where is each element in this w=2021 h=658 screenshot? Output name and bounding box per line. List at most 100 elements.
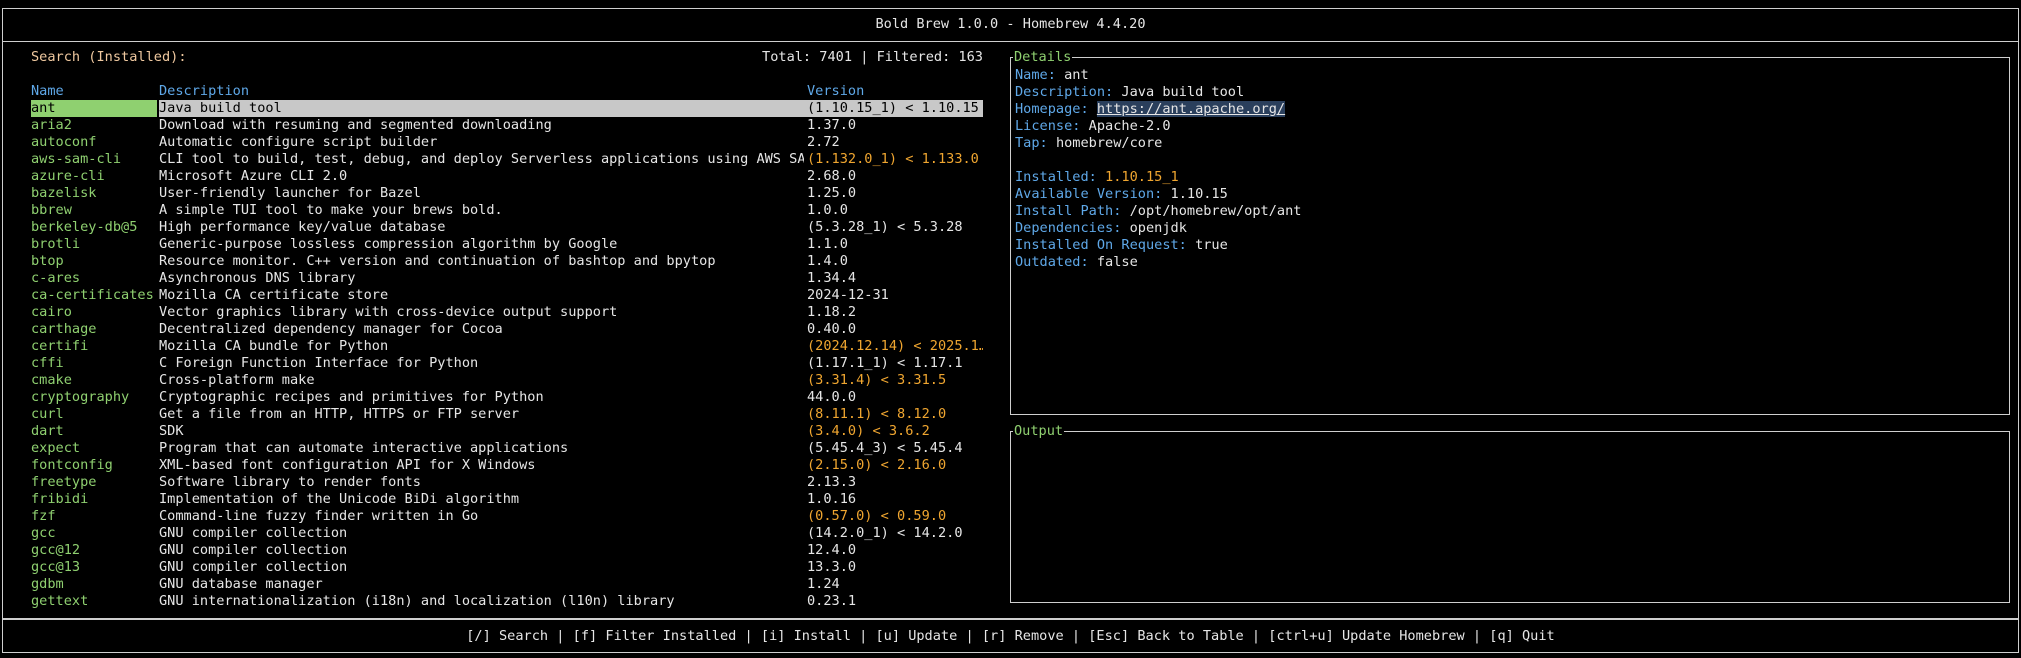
package-name: gcc@13 — [31, 559, 81, 575]
table-row[interactable]: gcc@13 GNU compiler collection 13.3.0 — [0, 559, 1000, 576]
table-row[interactable]: aria2 Download with resuming and segmente… — [0, 117, 1000, 134]
package-version: 1.25.0 — [807, 185, 857, 201]
package-version: 2.68.0 — [807, 168, 857, 184]
package-name: cffi — [31, 355, 64, 371]
package-name: berkeley-db@5 — [31, 219, 138, 235]
table-row[interactable]: gcc GNU compiler collection (14.2.0_1) < 1… — [0, 525, 1000, 542]
package-version: 13.3.0 — [807, 559, 857, 575]
package-name: aws-sam-cli — [31, 151, 122, 167]
package-name: cmake — [31, 372, 72, 388]
table-row[interactable]: curl Get a file from an HTTP, HTTPS or FT… — [0, 406, 1000, 423]
column-header-version[interactable]: Version — [807, 83, 983, 100]
detail-outdated-value: false — [1096, 254, 1138, 270]
detail-tap-key: Tap: — [1015, 135, 1048, 151]
package-version: (1.17.1_1) < 1.17.1 — [807, 355, 963, 371]
package-name: expect — [31, 440, 81, 456]
package-description: SDK — [159, 423, 184, 439]
detail-name-value: ant — [1064, 67, 1089, 83]
table-row[interactable]: cryptography Cryptographic recipes and pr… — [0, 389, 1000, 406]
package-description: C Foreign Function Interface for Python — [159, 355, 479, 371]
package-description: Asynchronous DNS library — [159, 270, 356, 286]
package-description: GNU compiler collection — [159, 525, 348, 541]
column-header-description[interactable]: Description — [159, 83, 804, 100]
package-description: Get a file from an HTTP, HTTPS or FTP se… — [159, 406, 520, 422]
table-row[interactable]: aws-sam-cli CLI tool to build, test, debu… — [0, 151, 1000, 168]
package-name: bazelisk — [31, 185, 97, 201]
package-version: (8.11.1) < 8.12.0 — [807, 406, 947, 422]
details-panel: Details Name: ant Description: Java buil… — [1010, 49, 2010, 415]
detail-available-value: 1.10.15 — [1170, 186, 1228, 202]
table-row[interactable]: certifi Mozilla CA bundle for Python (2024… — [0, 338, 1000, 355]
table-row[interactable]: gcc@12 GNU compiler collection 12.4.0 — [0, 542, 1000, 559]
package-description: XML-based font configuration API for X W… — [159, 457, 536, 473]
package-version: 0.23.1 — [807, 593, 857, 609]
table-row[interactable]: fontconfig XML-based font configuration A… — [0, 457, 1000, 474]
detail-installed-value: 1.10.15_1 — [1105, 169, 1179, 185]
table-row[interactable]: cmake Cross-platform make (3.31.4) < 3.31.… — [0, 372, 1000, 389]
table-row[interactable]: cffi C Foreign Function Interface for Pyt… — [0, 355, 1000, 372]
package-version: 2024-12-31 — [807, 287, 889, 303]
keybinding-help: [/] Search | [f] Filter Installed | [i] … — [466, 628, 1555, 644]
table-row[interactable]: expect Program that can automate interact… — [0, 440, 1000, 457]
search-label[interactable]: Search (Installed): — [31, 49, 187, 66]
table-row[interactable]: berkeley-db@5 High performance key/value … — [0, 219, 1000, 236]
table-row[interactable]: dart SDK (3.4.0) < 3.6.2 — [0, 423, 1000, 440]
package-version: (3.31.4) < 3.31.5 — [807, 372, 947, 388]
package-version: 2.72 — [807, 134, 840, 150]
title-bar: Bold Brew 1.0.0 - Homebrew 4.4.20 — [2, 8, 2019, 42]
detail-outdated-key: Outdated: — [1015, 254, 1089, 270]
package-description: Cross-platform make — [159, 372, 315, 388]
table-row[interactable]: c-ares Asynchronous DNS library 1.34.4 — [0, 270, 1000, 287]
table-row[interactable]: bbrew A simple TUI tool to make your brew… — [0, 202, 1000, 219]
table-row[interactable]: fribidi Implementation of the Unicode BiD… — [0, 491, 1000, 508]
table-row[interactable]: cairo Vector graphics library with cross-… — [0, 304, 1000, 321]
package-description: Software library to render fonts — [159, 474, 421, 490]
package-description: High performance key/value database — [159, 219, 446, 235]
package-name: aria2 — [31, 117, 72, 133]
detail-license-key: License: — [1015, 118, 1081, 134]
package-description: Cryptographic recipes and primitives for… — [159, 389, 544, 405]
package-name: ant — [31, 100, 157, 117]
detail-installed-row: Installed: 1.10.15_1 — [1015, 169, 1179, 186]
package-description: Mozilla CA certificate store — [159, 287, 389, 303]
package-name: bbrew — [31, 202, 72, 218]
table-row[interactable]: carthage Decentralized dependency manager… — [0, 321, 1000, 338]
table-row[interactable]: azure-cli Microsoft Azure CLI 2.0 2.68.0 — [0, 168, 1000, 185]
table-row[interactable]: ca-certificates Mozilla CA certificate st… — [0, 287, 1000, 304]
result-totals: Total: 7401 | Filtered: 163 — [762, 49, 983, 65]
table-row[interactable]: gettext GNU internationalization (i18n) a… — [0, 593, 1000, 610]
package-description: Download with resuming and segmented dow… — [159, 117, 552, 133]
table-row[interactable]: bazelisk User-friendly launcher for Bazel… — [0, 185, 1000, 202]
table-row-selected[interactable]: ant Java build tool (1.10.15_1) < 1.10.15 — [0, 100, 1000, 117]
package-version: 1.18.2 — [807, 304, 857, 320]
package-description: Java build tool — [159, 100, 804, 117]
package-description: Microsoft Azure CLI 2.0 — [159, 168, 348, 184]
package-version: (5.45.4_3) < 5.45.4 — [807, 440, 963, 456]
package-name: carthage — [31, 321, 97, 337]
detail-deps-key: Dependencies: — [1015, 220, 1122, 236]
package-description: Resource monitor. C++ version and contin… — [159, 253, 716, 269]
detail-name-row: Name: ant — [1015, 67, 1089, 84]
detail-path-row: Install Path: /opt/homebrew/opt/ant — [1015, 203, 1301, 220]
footer-bar: [/] Search | [f] Filter Installed | [i] … — [2, 619, 2019, 653]
package-version: (3.4.0) < 3.6.2 — [807, 423, 930, 439]
package-name: gcc@12 — [31, 542, 81, 558]
package-version: (2.15.0) < 2.16.0 — [807, 457, 947, 473]
table-row[interactable]: gdbm GNU database manager 1.24 — [0, 576, 1000, 593]
package-version: 1.0.0 — [807, 202, 848, 218]
table-row[interactable]: fzf Command-line fuzzy finder written in … — [0, 508, 1000, 525]
package-version: 1.37.0 — [807, 117, 857, 133]
table-row[interactable]: freetype Software library to render fonts… — [0, 474, 1000, 491]
output-panel-title: Output — [1013, 423, 1065, 440]
detail-available-row: Available Version: 1.10.15 — [1015, 186, 1228, 203]
homepage-link[interactable]: https://ant.apache.org/ — [1096, 101, 1286, 117]
column-header-name[interactable]: Name — [31, 83, 157, 100]
table-row[interactable]: autoconf Automatic configure script build… — [0, 134, 1000, 151]
table-row[interactable]: brotli Generic-purpose lossless compressi… — [0, 236, 1000, 253]
package-name: dart — [31, 423, 64, 439]
package-version: 1.24 — [807, 576, 840, 592]
package-version: (1.10.15_1) < 1.10.15 — [807, 100, 983, 117]
package-name: ca-certificates — [31, 287, 154, 303]
table-row[interactable]: btop Resource monitor. C++ version and co… — [0, 253, 1000, 270]
package-name: btop — [31, 253, 64, 269]
